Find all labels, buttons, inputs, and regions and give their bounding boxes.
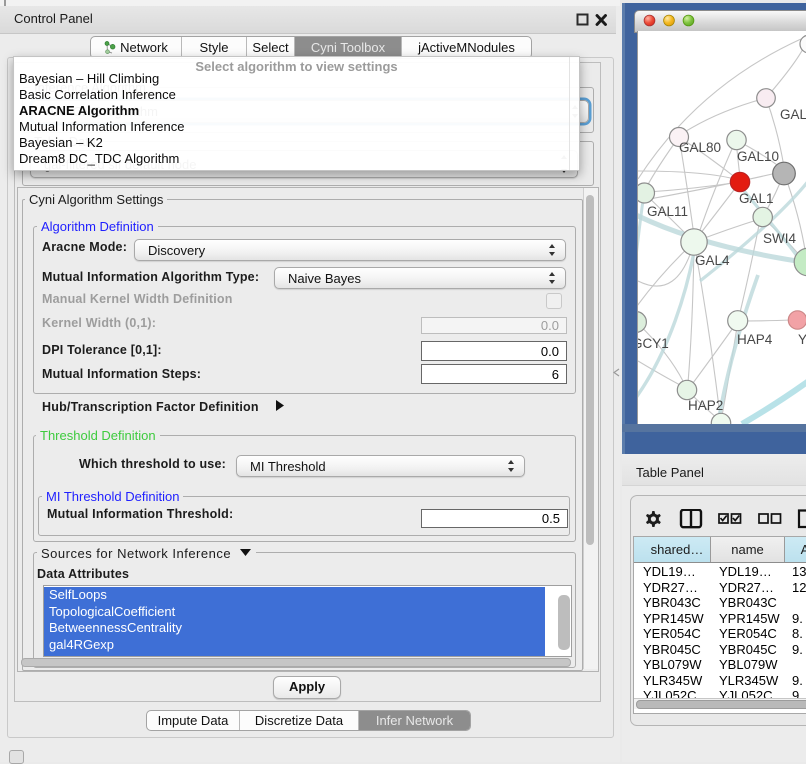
svg-text:SWI4: SWI4 <box>763 231 796 246</box>
svg-text:HAP2: HAP2 <box>688 398 723 413</box>
svg-text:GAL1: GAL1 <box>739 191 774 206</box>
svg-text:GAL80: GAL80 <box>679 140 721 155</box>
svg-text:GAL7: GAL7 <box>780 107 806 122</box>
svg-text:Y: Y <box>798 332 806 347</box>
svg-text:GAL11: GAL11 <box>647 204 688 219</box>
svg-text:GAL10: GAL10 <box>737 149 779 164</box>
svg-text:HAP4: HAP4 <box>737 332 773 347</box>
svg-text:GAL4: GAL4 <box>695 253 730 268</box>
svg-text:GCY1: GCY1 <box>637 336 669 351</box>
